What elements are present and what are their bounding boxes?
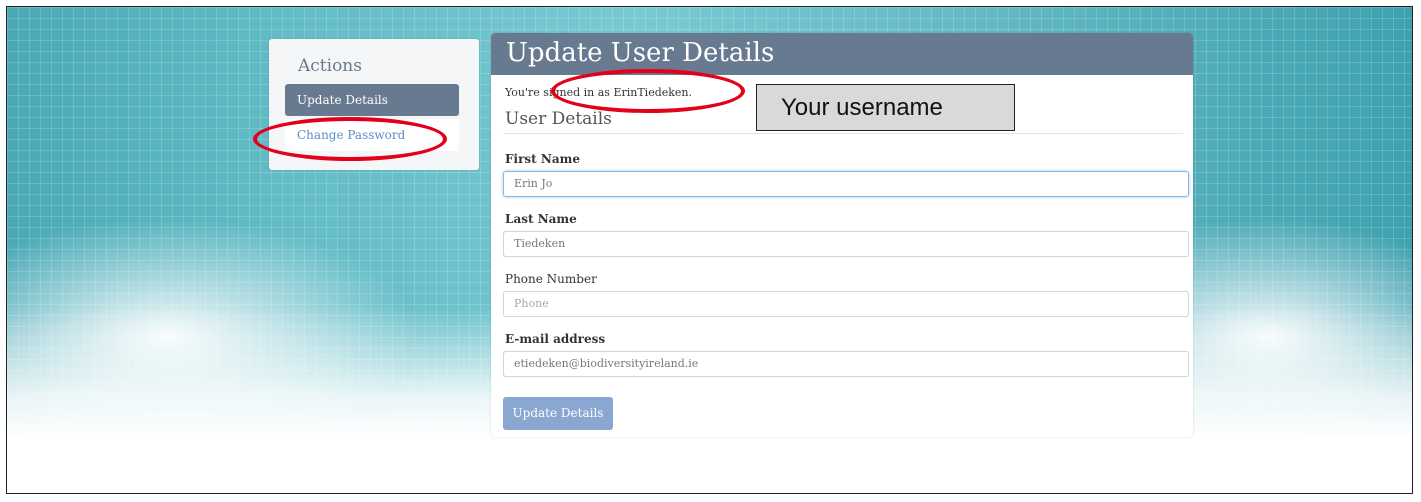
sidebar-item-update-details[interactable]: Update Details — [285, 84, 459, 116]
last-name-field[interactable]: Tiedeken — [503, 231, 1189, 257]
page-title: Update User Details — [506, 38, 775, 68]
change-password-highlight-ellipse — [253, 117, 447, 161]
email-label: E-mail address — [505, 332, 606, 346]
last-name-label: Last Name — [505, 212, 577, 226]
section-divider — [503, 133, 1183, 134]
update-details-button[interactable]: Update Details — [503, 397, 613, 430]
section-title: User Details — [505, 109, 612, 129]
actions-title: Actions — [298, 56, 362, 76]
first-name-label: First Name — [505, 152, 580, 166]
first-name-field[interactable]: Erin Jo — [503, 171, 1189, 197]
username-highlight-ellipse — [551, 69, 745, 113]
username-callout: Your username — [756, 84, 1015, 131]
phone-field[interactable]: Phone — [503, 291, 1189, 317]
phone-label: Phone Number — [505, 272, 597, 286]
screenshot-frame: Actions Update Details Change Password U… — [6, 6, 1413, 494]
panel-header: Update User Details — [491, 33, 1193, 75]
email-field[interactable]: etiedeken@biodiversityireland.ie — [503, 351, 1189, 377]
